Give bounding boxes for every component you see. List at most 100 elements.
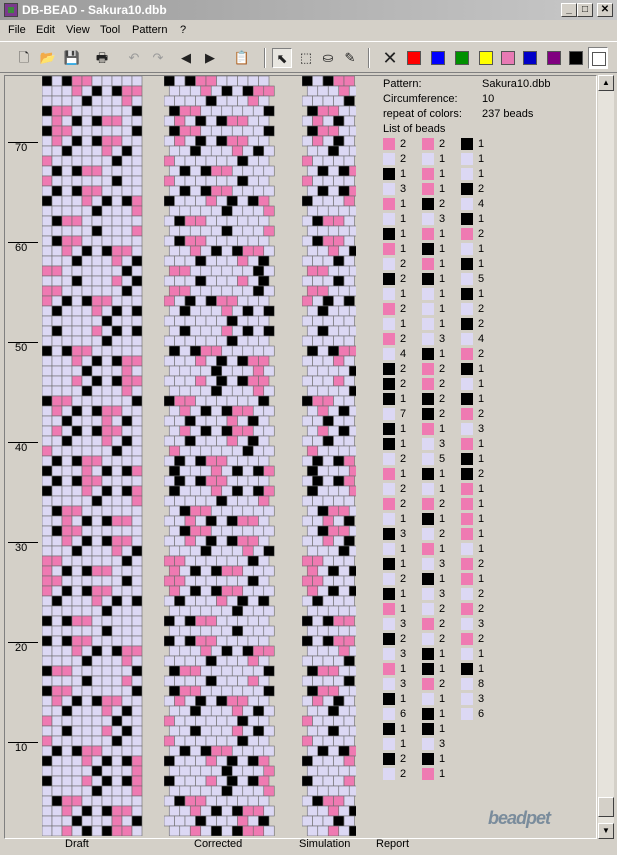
bead[interactable] [121, 245, 133, 257]
bead[interactable] [42, 295, 53, 307]
bead[interactable] [343, 795, 355, 807]
bead[interactable] [71, 725, 83, 737]
bead[interactable] [189, 665, 202, 677]
bead[interactable] [343, 115, 355, 127]
bead[interactable] [210, 305, 223, 317]
bead[interactable] [306, 225, 319, 237]
bead[interactable] [179, 665, 191, 677]
bead[interactable] [338, 565, 350, 577]
bead[interactable] [200, 265, 212, 277]
bead[interactable] [42, 435, 53, 447]
bead[interactable] [200, 225, 212, 237]
bead[interactable] [61, 675, 73, 687]
bead[interactable] [338, 85, 350, 97]
bead[interactable] [61, 425, 73, 437]
bead[interactable] [101, 135, 113, 147]
bead[interactable] [343, 475, 355, 487]
bead[interactable] [71, 215, 83, 227]
bead[interactable] [42, 795, 53, 807]
bead[interactable] [71, 135, 83, 147]
bead[interactable] [258, 795, 270, 807]
bead[interactable] [252, 745, 265, 757]
bead[interactable] [338, 505, 350, 517]
bead[interactable] [179, 765, 191, 777]
bead[interactable] [131, 575, 143, 587]
bead[interactable] [221, 285, 233, 297]
bead[interactable] [200, 305, 212, 317]
bead[interactable] [338, 585, 350, 597]
bead[interactable] [51, 185, 63, 197]
bead[interactable] [131, 76, 143, 87]
bead[interactable] [42, 765, 53, 777]
bead[interactable] [131, 635, 143, 647]
scroll-down-icon[interactable]: ▼ [598, 823, 614, 839]
bead[interactable] [81, 475, 93, 487]
bead[interactable] [42, 175, 53, 187]
bead[interactable] [61, 375, 73, 387]
bead[interactable] [237, 475, 249, 487]
bead[interactable] [333, 435, 345, 447]
bead[interactable] [179, 825, 191, 836]
bead[interactable] [71, 505, 83, 517]
bead[interactable] [348, 125, 356, 137]
bead[interactable] [237, 795, 249, 807]
bead[interactable] [210, 805, 223, 817]
bead[interactable] [184, 775, 196, 787]
bead[interactable] [91, 575, 103, 587]
bead[interactable] [258, 615, 270, 627]
bead[interactable] [312, 635, 324, 647]
bead[interactable] [322, 95, 334, 107]
bead[interactable] [51, 405, 63, 417]
bead[interactable] [205, 395, 217, 407]
bead[interactable] [221, 145, 233, 157]
bead[interactable] [179, 365, 191, 377]
bead[interactable] [91, 265, 103, 277]
bead[interactable] [348, 425, 356, 437]
bead[interactable] [322, 635, 334, 647]
bead[interactable] [263, 125, 275, 137]
bead[interactable] [221, 125, 233, 137]
bead[interactable] [195, 635, 207, 647]
bead[interactable] [71, 595, 83, 607]
bead[interactable] [312, 475, 324, 487]
bead[interactable] [61, 635, 73, 647]
bead[interactable] [302, 495, 313, 507]
bead[interactable] [61, 805, 73, 817]
bead[interactable] [174, 95, 186, 107]
bead[interactable] [237, 515, 249, 527]
bead[interactable] [42, 315, 53, 327]
bead[interactable] [226, 235, 238, 247]
bead[interactable] [333, 355, 345, 367]
bead[interactable] [237, 195, 249, 207]
bead[interactable] [91, 225, 103, 237]
new-file-icon[interactable]: 🗋 [14, 48, 34, 68]
bead[interactable] [168, 325, 181, 337]
bead[interactable] [252, 285, 265, 297]
bead[interactable] [221, 405, 233, 417]
bead[interactable] [221, 445, 233, 457]
bead[interactable] [200, 385, 212, 397]
bead[interactable] [231, 665, 244, 677]
arrow-left-icon[interactable]: ◀ [176, 48, 196, 68]
bead[interactable] [263, 625, 275, 637]
bead[interactable] [205, 595, 217, 607]
bead[interactable] [189, 105, 202, 117]
bead[interactable] [263, 265, 275, 277]
bead[interactable] [121, 295, 133, 307]
bead[interactable] [71, 275, 83, 287]
bead[interactable] [312, 815, 324, 827]
bead[interactable] [242, 485, 254, 497]
bead[interactable] [231, 125, 244, 137]
bead[interactable] [51, 475, 63, 487]
bead[interactable] [338, 605, 350, 617]
bead[interactable] [195, 815, 207, 827]
bead[interactable] [42, 125, 53, 137]
bead[interactable] [131, 415, 143, 427]
bead[interactable] [101, 225, 113, 237]
bead[interactable] [121, 625, 133, 637]
bead[interactable] [327, 645, 340, 657]
bead[interactable] [302, 255, 313, 267]
bead[interactable] [221, 385, 233, 397]
bead[interactable] [210, 685, 223, 697]
bead[interactable] [205, 555, 217, 567]
